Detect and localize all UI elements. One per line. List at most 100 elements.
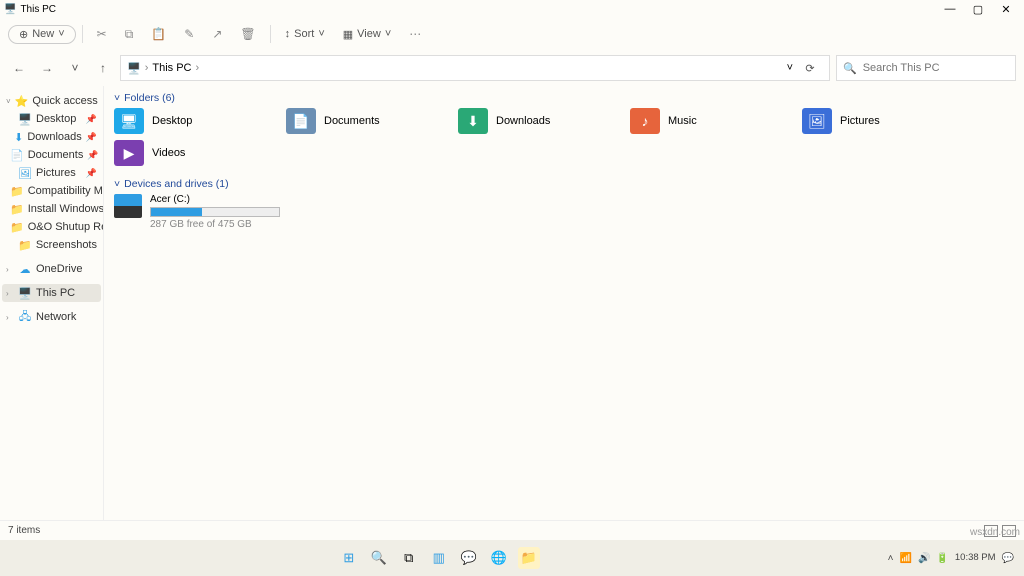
thispc-icon: 🖥️ <box>4 4 16 15</box>
chrome-button[interactable]: 🌐 <box>488 547 510 569</box>
desktop-icon: 🖥 <box>114 108 144 134</box>
refresh-button[interactable]: ⟳ <box>797 62 823 75</box>
tray-chevron-icon[interactable]: ˄ <box>888 553 894 564</box>
drive-usage-bar <box>150 207 280 217</box>
system-tray[interactable]: ˄ 📶 🔊 🔋 10:38 PM 💬 <box>878 553 1024 564</box>
thispc-icon: 🖥️ <box>18 286 32 300</box>
drives-group-header[interactable]: ˅ Devices and drives (1) <box>114 178 1014 190</box>
nav-sidebar: ˅ ⭐ Quick access 🖥️ Desktop📌 ⬇ Downloads… <box>0 86 104 520</box>
downloads-icon: ⬇ <box>14 130 23 144</box>
content-pane: ˅ Folders (6) 🖥 Desktop 📄 Documents ⬇ Do… <box>104 86 1024 520</box>
battery-icon[interactable]: 🔋 <box>936 553 948 564</box>
chevron-down-icon: ˅ <box>6 97 11 106</box>
forward-button[interactable]: → <box>36 57 58 79</box>
clock[interactable]: 10:38 PM <box>955 553 996 563</box>
close-button[interactable]: ✕ <box>992 3 1020 16</box>
documents-icon: 📄 <box>286 108 316 134</box>
breadcrumb[interactable]: This PC <box>152 62 191 74</box>
search-box[interactable]: 🔍 <box>836 55 1016 81</box>
sidebar-item-screenshots[interactable]: 📁 Screenshots <box>2 236 101 254</box>
sort-button[interactable]: ↕ Sort ˅ <box>277 24 333 44</box>
command-toolbar: ⊕ New ˅ ✂ ⧉ 📋 ✎ ↗ 🗑 ↕ Sort ˅ ▦ View ˅ ⋯ <box>0 18 1024 50</box>
nav-row: ← → ˅ ↑ 🖥️ › This PC › ˅ ⟳ 🔍 <box>0 50 1024 86</box>
explorer-window: 🖥️ This PC — ▢ ✕ ⊕ New ˅ ✂ ⧉ 📋 ✎ ↗ 🗑 ↕ S… <box>0 0 1024 540</box>
paste-button[interactable]: 📋 <box>143 23 174 45</box>
sidebar-item-pictures[interactable]: 🖼 Pictures📌 <box>2 164 101 182</box>
sidebar-item-thispc[interactable]: › 🖥️ This PC <box>2 284 101 302</box>
delete-button[interactable]: 🗑 <box>232 23 263 45</box>
chevron-down-icon: ˅ <box>318 28 324 40</box>
status-bar: 7 items <box>0 520 1024 540</box>
folder-icon: 📁 <box>18 238 32 252</box>
new-button[interactable]: ⊕ New ˅ <box>8 25 76 44</box>
cut-button[interactable]: ✂ <box>89 23 115 45</box>
watermark: wsxdn.com <box>970 527 1020 538</box>
address-bar[interactable]: 🖥️ › This PC › ˅ ⟳ <box>120 55 830 81</box>
item-count: 7 items <box>8 525 40 536</box>
folder-icon: 📁 <box>10 220 24 234</box>
chevron-right-icon: › <box>6 313 14 322</box>
videos-icon: ▶ <box>114 140 144 166</box>
view-icon: ▦ <box>343 28 353 41</box>
taskbar-search-button[interactable]: 🔍 <box>368 547 390 569</box>
folders-group-header[interactable]: ˅ Folders (6) <box>114 92 1014 104</box>
pictures-icon: 🖼 <box>18 166 32 180</box>
sidebar-item-desktop[interactable]: 🖥️ Desktop📌 <box>2 110 101 128</box>
sidebar-item-onedrive[interactable]: › ☁ OneDrive <box>2 260 101 278</box>
sidebar-item-quickaccess[interactable]: ˅ ⭐ Quick access <box>2 92 101 110</box>
sort-icon: ↕ <box>285 28 291 40</box>
drive-free-text: 287 GB free of 475 GB <box>150 219 280 230</box>
folder-videos[interactable]: ▶ Videos <box>114 140 272 166</box>
widgets-button[interactable]: ▥ <box>428 547 450 569</box>
chevron-right-icon: › <box>6 289 14 298</box>
start-button[interactable]: ⊞ <box>338 547 360 569</box>
share-button[interactable]: ↗ <box>204 23 230 45</box>
taskview-button[interactable]: ⧉ <box>398 547 420 569</box>
sidebar-item-oo[interactable]: 📁 O&O Shutup Review <box>2 218 101 236</box>
back-button[interactable]: ← <box>8 57 30 79</box>
folder-documents[interactable]: 📄 Documents <box>286 108 444 134</box>
titlebar[interactable]: 🖥️ This PC — ▢ ✕ <box>0 0 1024 18</box>
search-icon: 🔍 <box>843 62 857 75</box>
pin-icon: 📌 <box>86 168 97 179</box>
thispc-icon: 🖥️ <box>127 62 141 75</box>
cloud-icon: ☁ <box>18 262 32 276</box>
more-button[interactable]: ⋯ <box>401 23 429 45</box>
folder-music[interactable]: ♪ Music <box>630 108 788 134</box>
chat-button[interactable]: 💬 <box>458 547 480 569</box>
explorer-taskbar-button[interactable]: 📁 <box>518 547 540 569</box>
chevron-down-icon: ˅ <box>385 28 391 40</box>
sidebar-item-compat[interactable]: 📁 Compatibility Mode <box>2 182 101 200</box>
folder-desktop[interactable]: 🖥 Desktop <box>114 108 272 134</box>
documents-icon: 📄 <box>10 148 24 162</box>
notifications-button[interactable]: 💬 <box>1002 553 1014 564</box>
sidebar-item-network[interactable]: › 🖧 Network <box>2 308 101 326</box>
folder-pictures[interactable]: 🖼 Pictures <box>802 108 960 134</box>
wifi-icon[interactable]: 📶 <box>900 553 912 564</box>
volume-icon[interactable]: 🔊 <box>918 553 930 564</box>
drive-name: Acer (C:) <box>150 194 280 205</box>
folder-downloads[interactable]: ⬇ Downloads <box>458 108 616 134</box>
music-icon: ♪ <box>630 108 660 134</box>
sidebar-item-downloads[interactable]: ⬇ Downloads📌 <box>2 128 101 146</box>
pin-icon: 📌 <box>86 132 97 143</box>
chevron-down-icon: ˅ <box>114 92 120 104</box>
maximize-button[interactable]: ▢ <box>964 3 992 16</box>
view-button[interactable]: ▦ View ˅ <box>335 24 400 45</box>
chevron-down-icon: ˅ <box>114 178 120 190</box>
star-icon: ⭐ <box>15 94 29 108</box>
drive-c[interactable]: Acer (C:) 287 GB free of 475 GB <box>114 194 1014 230</box>
sidebar-item-install[interactable]: 📁 Install Windows 11 <box>2 200 101 218</box>
copy-button[interactable]: ⧉ <box>117 23 142 46</box>
recent-button[interactable]: ˅ <box>64 57 86 79</box>
search-input[interactable] <box>863 62 1009 74</box>
window-title: This PC <box>20 4 56 15</box>
sidebar-item-documents[interactable]: 📄 Documents📌 <box>2 146 101 164</box>
rename-button[interactable]: ✎ <box>176 23 202 45</box>
plus-icon: ⊕ <box>19 28 28 41</box>
downloads-icon: ⬇ <box>458 108 488 134</box>
minimize-button[interactable]: — <box>936 3 964 15</box>
up-button[interactable]: ↑ <box>92 57 114 79</box>
network-icon: 🖧 <box>18 310 32 324</box>
address-dropdown[interactable]: ˅ <box>787 62 793 74</box>
